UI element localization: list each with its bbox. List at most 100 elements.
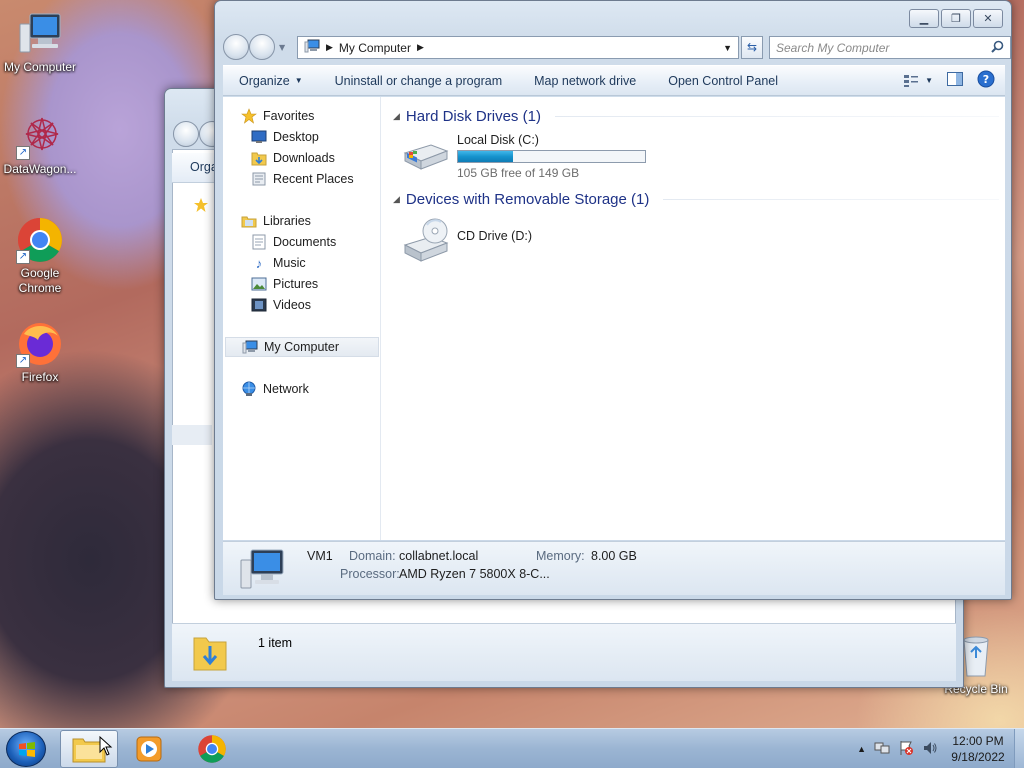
star-icon: [241, 108, 257, 124]
nav-recent-places[interactable]: Recent Places: [251, 169, 354, 189]
nav-downloads[interactable]: Downloads: [251, 148, 335, 168]
desktop-icon-datawagon[interactable]: ↗ DataWagon...: [0, 112, 80, 176]
collapse-triangle-icon[interactable]: ◢: [393, 194, 400, 205]
videos-icon: [251, 297, 267, 313]
desktop-icon-label: My Computer: [3, 60, 77, 74]
computer-name: VM1: [307, 549, 333, 563]
desktop-icon-my-computer[interactable]: My Computer: [0, 10, 80, 74]
nav-my-computer[interactable]: My Computer: [225, 337, 379, 357]
folder-download-icon: [192, 632, 228, 675]
system-tray: ▲ 12:00 PM 9/18/2022: [857, 729, 1024, 768]
nav-libraries[interactable]: Libraries: [241, 211, 311, 231]
taskbar-chrome-button[interactable]: [183, 730, 241, 768]
nav-label: Favorites: [263, 109, 315, 123]
command-bar: Organize ▼ Uninstall or change a program…: [223, 65, 1005, 96]
group-divider: [554, 115, 999, 117]
nav-label: My Computer: [264, 340, 340, 354]
forward-button[interactable]: [249, 34, 275, 60]
shortcut-arrow-icon: ↗: [16, 146, 30, 160]
nav-documents[interactable]: Documents: [251, 232, 336, 252]
change-view-button[interactable]: ▼: [903, 74, 933, 88]
recent-places-icon: [251, 171, 267, 187]
navigation-pane[interactable]: Favorites Desktop Downloads Recent Place…: [223, 97, 381, 540]
nav-videos[interactable]: Videos: [251, 295, 311, 315]
drive-cd-d[interactable]: CD Drive (D:): [401, 217, 532, 266]
nav-network[interactable]: Network: [241, 379, 309, 399]
maximize-button[interactable]: ❐: [941, 9, 971, 28]
address-dropdown-icon[interactable]: ▼: [723, 43, 732, 53]
documents-icon: [251, 234, 267, 250]
music-icon: ♪: [255, 255, 263, 271]
details-pane: VM1 Domain: collabnet.local Memory: 8.00…: [223, 541, 1005, 595]
search-icon[interactable]: [991, 40, 1004, 56]
organize-button[interactable]: Organize ▼: [223, 66, 319, 95]
domain-value: collabnet.local: [399, 549, 479, 563]
desktop-icon-firefox[interactable]: ↗ Firefox: [0, 320, 80, 384]
downloads-folder-icon: [251, 150, 267, 166]
taskbar-media-player-button[interactable]: [120, 730, 178, 768]
windows-logo-icon: [19, 742, 35, 757]
drive-local-disk-c[interactable]: Local Disk (C:) 105 GB free of 149 GB: [401, 133, 646, 180]
nav-label: Pictures: [273, 277, 319, 291]
item-count: 1 item: [258, 636, 293, 650]
show-desktop-button[interactable]: [1014, 729, 1024, 768]
back-nav-selection: [172, 425, 212, 445]
mouse-cursor-icon: [99, 735, 113, 759]
back-button[interactable]: [173, 121, 199, 147]
computer-small-icon: [304, 39, 320, 56]
firefox-icon: ↗: [16, 320, 64, 368]
memory-value: 8.00 GB: [591, 549, 637, 563]
search-placeholder: Search My Computer: [776, 40, 890, 55]
background-details-pane: 1 item: [172, 623, 956, 681]
minimize-button[interactable]: ▁: [909, 9, 939, 28]
nav-label: Desktop: [273, 130, 319, 144]
search-input[interactable]: Search My Computer: [769, 36, 1011, 59]
datawagon-icon: ↗: [16, 112, 64, 160]
nav-label: Videos: [273, 298, 311, 312]
close-button[interactable]: ✕: [973, 9, 1003, 28]
preview-pane-button[interactable]: [947, 72, 963, 89]
group-hard-disk-drives[interactable]: ◢ Hard Disk Drives (1): [393, 105, 999, 127]
volume-icon[interactable]: [922, 740, 938, 759]
desktop-icon-google-chrome[interactable]: ↗ Google Chrome: [0, 216, 80, 296]
group-title: Devices with Removable Storage (1): [405, 190, 650, 208]
back-button[interactable]: [223, 34, 249, 60]
breadcrumb-separator-icon[interactable]: ▶: [326, 42, 333, 53]
action-center-icon[interactable]: [898, 740, 914, 759]
network-icon: [241, 381, 257, 397]
nav-desktop[interactable]: Desktop: [251, 127, 319, 147]
nav-pictures[interactable]: Pictures: [251, 274, 318, 294]
drive-usage-fill: [458, 151, 514, 162]
show-hidden-icons-button[interactable]: ▲: [857, 744, 866, 754]
chrome-icon: [198, 735, 226, 763]
pictures-icon: [251, 276, 267, 292]
breadcrumb-separator-icon[interactable]: ▶: [417, 42, 424, 53]
group-removable-storage[interactable]: ◢ Devices with Removable Storage (1): [393, 188, 999, 210]
network-tray-icon[interactable]: [874, 740, 890, 759]
refresh-button[interactable]: ⇆: [741, 36, 763, 59]
computer-icon: [16, 10, 64, 58]
organize-label: Organize: [239, 73, 290, 88]
items-pane[interactable]: ◢ Hard Disk Drives (1) Local Disk (C:) 1…: [383, 97, 1005, 540]
map-network-drive-button[interactable]: Map network drive: [518, 66, 652, 95]
nav-music[interactable]: ♪ Music: [251, 253, 306, 273]
group-title: Hard Disk Drives (1): [405, 107, 541, 125]
collapse-triangle-icon[interactable]: ◢: [393, 111, 400, 122]
svg-text:?: ?: [983, 73, 989, 86]
clock[interactable]: 12:00 PM 9/18/2022: [946, 733, 1010, 765]
computer-small-icon: [242, 339, 258, 355]
nav-favorites[interactable]: Favorites: [241, 106, 314, 126]
shortcut-arrow-icon: ↗: [16, 354, 30, 368]
address-bar[interactable]: ▶ My Computer ▶ ▼: [297, 36, 739, 59]
preview-pane-icon: [947, 72, 963, 86]
recent-pages-chevron-icon[interactable]: ▼: [279, 43, 285, 52]
help-button[interactable]: ?: [977, 70, 995, 91]
breadcrumb-my-computer[interactable]: My Computer: [339, 41, 411, 55]
window-content: Favorites Desktop Downloads Recent Place…: [223, 97, 1005, 540]
desktop-icon-label: Google Chrome: [18, 266, 62, 295]
open-control-panel-button[interactable]: Open Control Panel: [652, 66, 794, 95]
nav-label: Music: [273, 256, 306, 270]
uninstall-program-button[interactable]: Uninstall or change a program: [319, 66, 518, 95]
start-button[interactable]: [6, 731, 46, 767]
explorer-window-my-computer[interactable]: ▁ ❐ ✕ ▼ ▶ My Computer ▶ ▼ ⇆ Search My Co…: [214, 0, 1012, 600]
